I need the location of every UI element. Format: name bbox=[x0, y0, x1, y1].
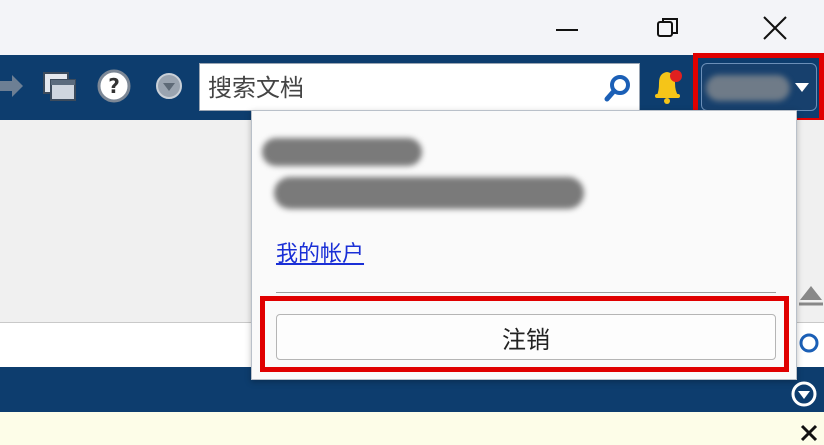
search-input[interactable] bbox=[206, 64, 590, 112]
user-name-redacted bbox=[262, 138, 422, 166]
menu-divider bbox=[276, 292, 776, 293]
dropdown-circle-icon bbox=[156, 73, 182, 99]
forward-icon bbox=[0, 75, 23, 97]
minimize-icon bbox=[556, 29, 578, 31]
notifications-button[interactable] bbox=[648, 63, 686, 109]
bell-icon bbox=[655, 70, 682, 104]
close-button[interactable] bbox=[752, 8, 798, 48]
restore-button[interactable] bbox=[645, 8, 691, 48]
minimize-button[interactable] bbox=[544, 8, 590, 48]
forward-button[interactable] bbox=[0, 67, 30, 105]
help-button[interactable]: ? bbox=[95, 67, 133, 105]
options-button[interactable] bbox=[150, 67, 188, 105]
close-icon bbox=[763, 16, 787, 40]
user-email-redacted bbox=[274, 177, 584, 209]
windows-button[interactable] bbox=[40, 67, 78, 105]
scroll-top-icon[interactable] bbox=[798, 282, 824, 308]
svg-text:?: ? bbox=[108, 74, 120, 98]
notification-bar bbox=[0, 412, 824, 445]
search-icon[interactable] bbox=[603, 73, 633, 103]
help-icon: ? bbox=[97, 69, 131, 103]
dismiss-icon[interactable] bbox=[800, 424, 818, 442]
restore-icon bbox=[657, 18, 678, 37]
window-title-bar bbox=[0, 0, 824, 55]
my-account-link[interactable]: 我的帐户 bbox=[276, 236, 364, 268]
highlight-logout bbox=[260, 296, 789, 372]
windows-icon bbox=[43, 72, 76, 101]
search-box bbox=[199, 63, 640, 112]
expand-circle-icon[interactable] bbox=[790, 380, 818, 408]
refresh-circle-icon[interactable] bbox=[798, 332, 820, 354]
